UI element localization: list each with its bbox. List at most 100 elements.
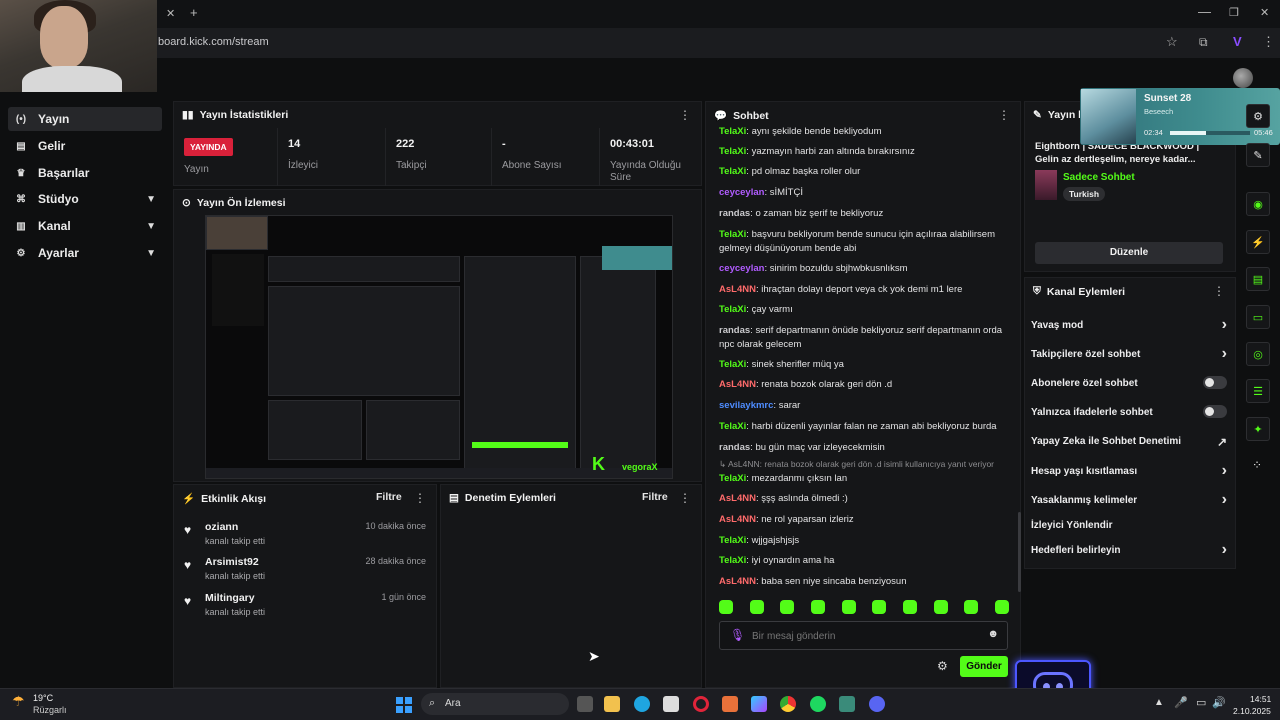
emote-icon[interactable] xyxy=(841,600,856,614)
chat-message-input[interactable] xyxy=(752,628,972,644)
task-view-icon[interactable] xyxy=(577,696,593,712)
tray-volume-icon[interactable]: 🔊 xyxy=(1212,696,1226,709)
sidebar-item-ayarlar[interactable]: ⚙ Ayarlar ▼ xyxy=(8,241,162,265)
extensions-icon[interactable]: ⧉ xyxy=(1199,35,1208,50)
emote-icon[interactable] xyxy=(749,600,764,614)
windows-start-icon[interactable] xyxy=(396,697,412,713)
chat-username[interactable]: ceyceylan xyxy=(719,187,764,198)
app-a-icon[interactable] xyxy=(722,696,738,712)
rail-bolt-icon[interactable]: ⚡ xyxy=(1246,230,1270,254)
more-menu-icon[interactable]: ⋮ xyxy=(679,108,691,122)
emote-icon[interactable] xyxy=(964,600,979,614)
bookmark-star-icon[interactable]: ☆ xyxy=(1166,34,1178,50)
emote-icon[interactable] xyxy=(810,600,825,614)
channel-action-item[interactable]: Takipçilere özel sohbet › xyxy=(1031,345,1227,362)
chat-username[interactable]: TelaXi xyxy=(719,535,746,546)
more-menu-icon[interactable]: ⋮ xyxy=(1213,284,1225,298)
chat-username[interactable]: randas xyxy=(719,208,750,219)
spotify-icon[interactable] xyxy=(810,696,826,712)
file-explorer-icon[interactable] xyxy=(604,696,620,712)
store-icon[interactable] xyxy=(663,696,679,712)
moderation-filter-button[interactable]: Filtre xyxy=(642,491,668,503)
more-menu-icon[interactable]: ⋮ xyxy=(679,491,691,505)
channel-action-item[interactable]: Yapay Zeka ile Sohbet Denetimi ↗ xyxy=(1031,435,1227,449)
activity-user[interactable]: Arsimist92 xyxy=(205,556,259,568)
sidebar-item-gelir[interactable]: ▤ Gelir xyxy=(8,134,162,158)
emote-icon[interactable] xyxy=(902,600,917,614)
activity-user[interactable]: oziann xyxy=(205,521,238,533)
more-menu-icon[interactable]: ⋮ xyxy=(414,491,426,505)
url-text[interactable]: board.kick.com/stream xyxy=(158,36,269,48)
chat-settings-gear-icon[interactable]: ⚙ xyxy=(937,659,948,673)
chat-username[interactable]: AsL4NN xyxy=(719,379,756,390)
rail-dots-icon[interactable]: ⁘ xyxy=(1252,458,1262,472)
chat-username[interactable]: AsL4NN xyxy=(719,284,756,295)
channel-action-item[interactable]: Abonelere özel sohbet xyxy=(1031,376,1227,389)
chat-input-box[interactable]: 🎙 ☻ xyxy=(719,621,1008,650)
emote-icon[interactable] xyxy=(872,600,887,614)
chat-username[interactable]: AsL4NN xyxy=(719,493,756,504)
rail-camera-icon[interactable]: ◉ xyxy=(1246,192,1270,216)
activity-filter-button[interactable]: Filtre xyxy=(376,491,402,503)
rail-chat-icon[interactable]: ▭ xyxy=(1246,305,1270,329)
chat-username[interactable]: AsL4NN xyxy=(719,576,756,587)
rail-broadcast-icon[interactable]: ◎ xyxy=(1246,342,1270,366)
channel-action-item[interactable]: Yavaş mod › xyxy=(1031,316,1227,333)
avatar[interactable] xyxy=(1233,68,1253,88)
channel-action-item[interactable]: Yasaklanmış kelimeler › xyxy=(1031,491,1227,508)
rail-document-icon[interactable]: ▤ xyxy=(1246,267,1270,291)
taskbar-search[interactable]: ⌕ Ara xyxy=(421,693,569,715)
toggle-switch[interactable] xyxy=(1203,376,1227,389)
new-tab-icon[interactable]: + xyxy=(190,5,198,20)
rail-list-icon[interactable]: ☰ xyxy=(1246,379,1270,403)
channel-action-item[interactable]: Hesap yaşı kısıtlaması › xyxy=(1031,462,1227,479)
tray-network-icon[interactable]: ▭ xyxy=(1196,696,1206,709)
emote-icon[interactable] xyxy=(994,600,1009,614)
sidebar-item-yayin[interactable]: (•) Yayın xyxy=(8,107,162,131)
microphone-icon[interactable]: 🎙 xyxy=(730,628,745,642)
rail-settings-icon[interactable]: ⚙ xyxy=(1246,104,1270,128)
chat-username[interactable]: TelaXi xyxy=(719,166,746,177)
sidebar-item-kanal[interactable]: ▥ Kanal ▼ xyxy=(8,214,162,238)
minimize-icon[interactable]: — xyxy=(1198,4,1211,19)
chat-username[interactable]: AsL4NN xyxy=(719,514,756,525)
tray-chevron-icon[interactable]: ▲ xyxy=(1154,697,1164,708)
chat-scrollbar[interactable] xyxy=(1018,512,1021,592)
close-tab-icon[interactable]: ✕ xyxy=(166,7,175,20)
chat-username[interactable]: randas xyxy=(719,325,750,336)
app-green-icon[interactable] xyxy=(839,696,855,712)
chat-username[interactable]: TelaXi xyxy=(719,359,746,370)
emoji-icon[interactable]: ☻ xyxy=(987,628,999,640)
sidebar-item-basarilar[interactable]: ♛ Başarılar xyxy=(8,161,162,185)
more-menu-icon[interactable]: ⋮ xyxy=(998,108,1010,122)
chat-username[interactable]: ceyceylan xyxy=(719,263,764,274)
edit-button[interactable]: Düzenle xyxy=(1035,242,1223,264)
chat-username[interactable]: TelaXi xyxy=(719,555,746,566)
copilot-icon[interactable] xyxy=(751,696,767,712)
rail-edit-icon[interactable]: ✎ xyxy=(1246,143,1270,167)
rail-wrench-icon[interactable]: ✦ xyxy=(1246,417,1270,441)
chat-username[interactable]: sevilaykmrc xyxy=(719,400,773,411)
restore-icon[interactable]: ❐ xyxy=(1229,6,1239,19)
chat-username[interactable]: randas xyxy=(719,442,750,453)
emote-icon[interactable] xyxy=(780,600,795,614)
emote-icon[interactable] xyxy=(933,600,948,614)
extension-v-icon[interactable]: V xyxy=(1233,34,1242,49)
tray-mic-icon[interactable]: 🎤 xyxy=(1174,696,1188,709)
opera-icon[interactable] xyxy=(693,696,709,712)
chat-username[interactable]: TelaXi xyxy=(719,146,746,157)
chat-username[interactable]: TelaXi xyxy=(719,304,746,315)
emote-icon[interactable] xyxy=(719,600,733,614)
sidebar-item-studyo[interactable]: ⌘ Stüdyo ▼ xyxy=(8,187,162,211)
send-button[interactable]: Gönder xyxy=(960,656,1008,677)
stream-category[interactable]: Sadece Sohbet xyxy=(1063,172,1135,183)
chat-username[interactable]: TelaXi xyxy=(719,421,746,432)
toggle-switch[interactable] xyxy=(1203,405,1227,418)
channel-action-item[interactable]: Hedefleri belirleyin › xyxy=(1031,541,1227,558)
chat-username[interactable]: TelaXi xyxy=(719,126,746,137)
stream-preview-video[interactable]: K vegoraX xyxy=(205,215,673,479)
discord-icon[interactable] xyxy=(869,696,885,712)
close-window-icon[interactable]: ✕ xyxy=(1260,6,1269,19)
activity-user[interactable]: Miltingary xyxy=(205,592,255,604)
browser-menu-icon[interactable]: ⋮ xyxy=(1262,34,1275,50)
